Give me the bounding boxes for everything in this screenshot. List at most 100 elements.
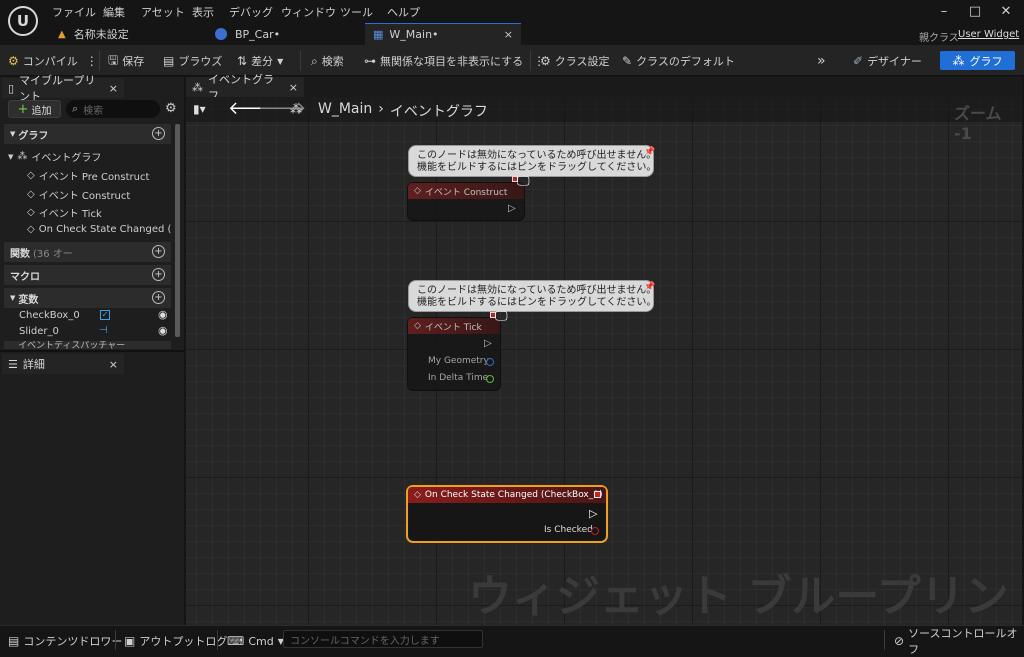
my-blueprint-panel: ▯ マイブループリント × + 追加 ⌕ 検索 ⚙ ▼ グラフ + ▼ ⁂ イベ… [0,74,184,625]
bookmark-icon[interactable]: ▮▾ [193,102,206,116]
menu-view[interactable]: 表示 [192,4,214,20]
pin-icon[interactable]: 📌 [644,282,655,292]
variable-label: Slider_0 [19,326,59,337]
menu-window[interactable]: ウィンドウ [281,4,336,20]
tab-bp-car[interactable]: BP_Car• [207,23,359,45]
variable-slider[interactable]: Slider_0 [19,326,59,337]
unreal-logo-icon[interactable]: U [8,6,38,36]
close-icon[interactable]: × [289,81,298,94]
minimize-button[interactable]: – [931,4,957,22]
tab-w-main[interactable]: ▦ W_Main• × [365,23,521,45]
browse-button[interactable]: ▤ ブラウズ [163,51,222,71]
designer-icon: ✐ [853,54,864,68]
monitor-icon: 🖵 [517,174,530,189]
category-event-dispatchers[interactable]: イベントディスパッチャー [4,341,171,349]
designer-button[interactable]: ✐ デザイナー [853,51,922,71]
source-control-button[interactable]: ⊘ ソースコントロールオフ [894,627,1024,656]
double-chevron-right-icon: » [817,53,826,69]
tab-details[interactable]: ☰ 詳細 × [2,354,124,374]
exec-pin-icon[interactable]: ▷ [508,203,516,214]
more-vertical-icon[interactable]: ⋮ [86,54,98,68]
class-settings-button[interactable]: ⚙ クラス設定 [540,51,610,71]
float-pin-icon[interactable] [486,375,494,383]
variable-checkbox[interactable]: CheckBox_0 [19,310,80,321]
menu-help[interactable]: ヘルプ [387,4,420,20]
event-graph-canvas[interactable]: ▮▾ 🡐 🡒 ⁂ W_Main › イベントグラフ ズーム -1 このノードは無… [186,97,1022,625]
output-log-button[interactable]: ▣ アウトプットログ [124,631,227,651]
node-event-tick[interactable]: ◇ イベント Tick ▷ My Geometry In Delta Time [408,318,500,390]
designer-label: デザイナー [867,55,922,68]
eye-icon[interactable]: ◉ [158,324,168,337]
struct-pin-icon[interactable] [486,358,494,366]
menu-debug[interactable]: デバッグ [229,4,273,20]
console-input[interactable]: コンソールコマンドを入力します [283,630,483,648]
add-label: 追加 [31,105,52,117]
graph-tab-strip: ⁂ イベントグラフ × [186,73,1022,102]
menu-asset[interactable]: アセット [141,4,185,20]
bool-pin-icon[interactable] [591,527,599,535]
divider [530,51,531,71]
tab-untitled[interactable]: ▲ 名称未設定 [50,23,200,45]
node-header: ◇ イベント Tick [408,318,500,334]
chevron-down-icon: ▼ [8,152,14,161]
breadcrumb-root[interactable]: W_Main [318,101,372,121]
category-variables[interactable]: ▼ 変数 + [4,288,171,308]
pin-icon[interactable]: 📌 [644,147,655,157]
menu-tools[interactable]: ツール [340,4,373,20]
node-event-construct[interactable]: ◇ イベント Construct ▷ [408,183,524,220]
save-label: 保存 [122,55,145,68]
node-on-check-state-changed[interactable]: ◇ On Check State Changed (CheckBox_0) ▷ … [408,487,606,541]
add-button[interactable]: + 追加 [8,100,61,118]
folder-icon: ▤ [163,54,175,68]
chevron-down-icon: ▼ [277,56,284,66]
add-function-icon[interactable]: + [152,245,165,258]
content-drawer-button[interactable]: ▤ コンテンツドロワー [8,631,122,651]
menu-edit[interactable]: 編集 [103,4,125,20]
tree-item-label: On Check State Changed (Chec [38,224,171,235]
tab-label: 詳細 [22,358,45,371]
add-variable-icon[interactable]: + [152,291,165,304]
maximize-button[interactable]: □ [962,4,988,22]
tab-my-blueprint[interactable]: ▯ マイブループリント × [2,74,124,103]
parent-class-link[interactable]: User Widget [958,29,1019,40]
close-window-button[interactable]: ✕ [993,4,1019,22]
close-icon[interactable]: × [109,358,118,371]
category-label: イベントディスパッチャー [18,341,126,349]
browse-label: ブラウズ [178,55,223,68]
search-input[interactable]: ⌕ 検索 [66,100,160,118]
category-graphs[interactable]: ▼ グラフ + [4,124,171,144]
overflow-button[interactable]: » [817,51,826,71]
category-macros[interactable]: マクロ + [4,265,171,285]
search-button[interactable]: ⌕ 検索 [311,51,344,71]
exec-pin-icon[interactable]: ▷ [484,338,492,349]
hide-unrelated-button[interactable]: ⊶ 無関係な項目を非表示にする ⋮ [364,51,545,71]
diff-button[interactable]: ⇅ 差分 ▼ [237,51,283,71]
tree-item-construct[interactable]: ◇ イベント Construct [27,187,130,202]
tree-item-pre-construct[interactable]: ◇ イベント Pre Construct [27,168,149,183]
menu-file[interactable]: ファイル [52,4,96,20]
class-defaults-button[interactable]: ✎ クラスのデフォルト [622,51,735,71]
category-label: グラフ [18,130,49,142]
gear-icon[interactable]: ⚙ [165,101,177,116]
divider [300,51,301,71]
tree-item-tick[interactable]: ◇ イベント Tick [27,205,102,220]
add-macro-icon[interactable]: + [152,268,165,281]
delegate-pin-icon[interactable] [594,491,601,498]
eye-icon[interactable]: ◉ [158,308,168,321]
diff-icon: ⇅ [237,54,248,68]
save-button[interactable]: 🖫 保存 [108,51,144,71]
details-panel: ☰ 詳細 × [0,350,184,625]
scrollbar[interactable] [175,124,180,337]
compile-button[interactable]: ⚙ コンパイル ⋮ [8,51,98,71]
category-functions[interactable]: 関数 (36 オー + [4,242,171,262]
add-graph-icon[interactable]: + [152,127,165,140]
tree-item-check-state-changed[interactable]: ◇ On Check State Changed (Chec [27,224,171,235]
close-icon[interactable]: × [109,82,118,95]
node-header: ◇ On Check State Changed (CheckBox_0) [408,487,606,503]
cmd-selector[interactable]: ⌨ Cmd ▼ [227,631,284,651]
tab-event-graph[interactable]: ⁂ イベントグラフ × [186,73,304,102]
tree-item-event-graph[interactable]: ▼ ⁂ イベントグラフ [8,149,101,164]
graph-mode-button[interactable]: ⁂ グラフ [940,51,1015,70]
close-icon[interactable]: × [504,28,513,41]
exec-pin-icon[interactable]: ▷ [589,507,597,520]
